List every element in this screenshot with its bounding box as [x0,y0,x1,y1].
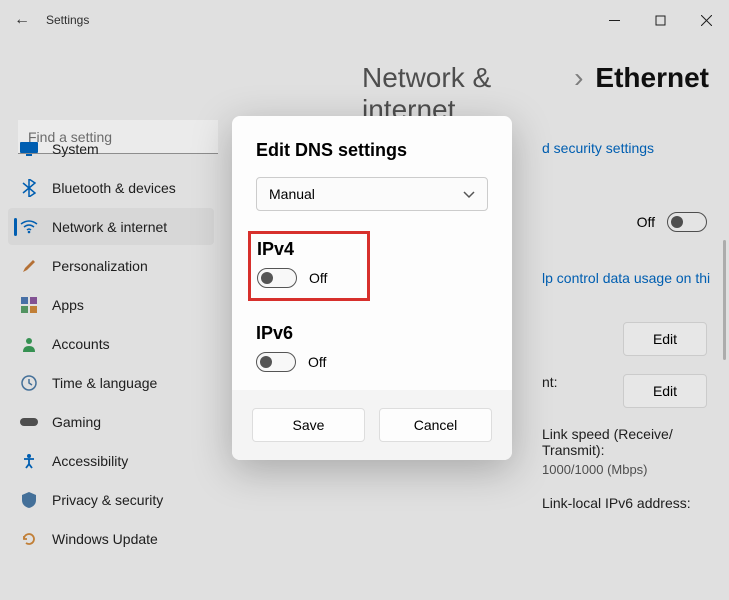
ipv4-highlight: IPv4 Off [248,231,370,301]
cancel-button[interactable]: Cancel [379,408,492,442]
accessibility-icon [20,452,38,470]
ipv4-toggle[interactable] [257,268,297,288]
sidebar-item-accounts[interactable]: Accounts [8,325,214,362]
security-settings-link[interactable]: d security settings [542,140,729,156]
sidebar-item-time[interactable]: Time & language [8,364,214,401]
apps-icon [20,296,38,314]
link-speed-value: 1000/1000 (Mbps) [542,462,729,477]
sidebar-item-label: Gaming [52,414,101,430]
update-icon [20,530,38,548]
dialog-title: Edit DNS settings [256,140,488,161]
sidebar-item-label: Bluetooth & devices [52,180,176,196]
close-button[interactable] [683,0,729,40]
sidebar-item-label: Apps [52,297,84,313]
sidebar-item-personalization[interactable]: Personalization [8,247,214,284]
sidebar: System Bluetooth & devices Network & int… [0,40,222,600]
ipv4-state: Off [309,270,327,286]
ipv4-label: IPv4 [257,239,327,260]
data-usage-link[interactable]: lp control data usage on thi [542,270,729,286]
scrollbar[interactable] [723,240,726,360]
sidebar-item-label: Windows Update [52,531,158,547]
save-button[interactable]: Save [252,408,365,442]
ipv6-local-label: Link-local IPv6 address: [542,495,707,511]
clock-icon [20,374,38,392]
dns-mode-select[interactable]: Manual [256,177,488,211]
metered-off-label: Off [637,214,655,230]
sidebar-item-gaming[interactable]: Gaming [8,403,214,440]
ipv6-label: IPv6 [256,323,488,344]
breadcrumb-current: Ethernet [595,62,709,94]
monitor-icon [20,140,38,158]
metered-toggle[interactable] [667,212,707,232]
sidebar-item-label: Accessibility [52,453,128,469]
titlebar: ← Settings [0,0,729,40]
sidebar-item-label: Accounts [52,336,110,352]
ipv6-state: Off [308,354,326,370]
shield-icon [20,491,38,509]
minimize-button[interactable] [591,0,637,40]
wifi-icon [20,218,38,236]
sidebar-item-bluetooth[interactable]: Bluetooth & devices [8,169,214,206]
app-title: Settings [46,13,89,27]
sidebar-item-privacy[interactable]: Privacy & security [8,481,214,518]
select-value: Manual [269,186,315,202]
bluetooth-icon [20,179,38,197]
gamepad-icon [20,413,38,431]
dns-settings-dialog: Edit DNS settings Manual IPv4 Off IPv6 O… [232,116,512,460]
sidebar-item-update[interactable]: Windows Update [8,520,214,557]
nt-label: nt: [542,374,611,390]
maximize-button[interactable] [637,0,683,40]
sidebar-item-network[interactable]: Network & internet [8,208,214,245]
sidebar-item-system[interactable]: System [8,130,214,167]
sidebar-item-apps[interactable]: Apps [8,286,214,323]
edit-button-1[interactable]: Edit [623,322,707,356]
chevron-down-icon [463,186,475,202]
person-icon [20,335,38,353]
chevron-right-icon: › [574,62,583,94]
back-icon[interactable]: ← [14,11,38,29]
paintbrush-icon [20,257,38,275]
edit-button-2[interactable]: Edit [623,374,707,408]
sidebar-item-label: System [52,141,99,157]
link-speed-label: Link speed (Receive/ Transmit): [542,426,729,458]
sidebar-item-label: Network & internet [52,219,167,235]
sidebar-item-label: Personalization [52,258,148,274]
sidebar-item-label: Privacy & security [52,492,163,508]
ipv6-toggle[interactable] [256,352,296,372]
sidebar-item-accessibility[interactable]: Accessibility [8,442,214,479]
sidebar-item-label: Time & language [52,375,157,391]
